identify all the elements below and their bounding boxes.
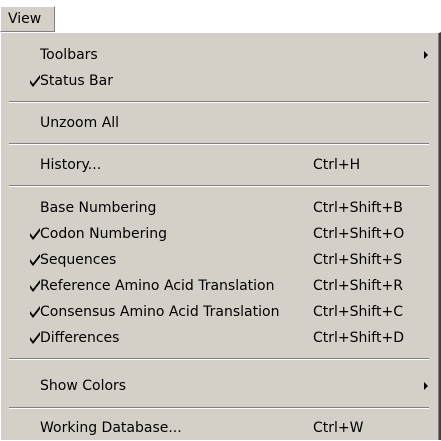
menu-item-label: Reference Amino Acid Translation xyxy=(40,278,275,294)
menu-item-label: Differences xyxy=(40,330,120,346)
menu-item-shortcut: Ctrl+Shift+D xyxy=(313,330,404,346)
menu-item-shortcut: Ctrl+Shift+C xyxy=(313,304,403,320)
menu-item-sequences[interactable]: Sequences Ctrl+Shift+S xyxy=(1,247,439,273)
menu-separator xyxy=(9,185,429,187)
menu-item-shortcut: Ctrl+W xyxy=(313,420,364,436)
menu-item-status-bar[interactable]: Status Bar xyxy=(1,68,439,94)
menu-view[interactable]: View xyxy=(0,6,55,32)
menu-item-unzoom-all[interactable]: Unzoom All xyxy=(1,110,439,136)
menu-item-label: Consensus Amino Acid Translation xyxy=(40,304,280,320)
menu-item-label: Show Colors xyxy=(40,378,127,394)
menu-item-label: Base Numbering xyxy=(40,200,157,216)
menu-separator xyxy=(9,407,429,409)
menu-item-label: Unzoom All xyxy=(40,115,120,131)
menu-separator xyxy=(9,101,429,103)
menu-item-base-numbering[interactable]: Base Numbering Ctrl+Shift+B xyxy=(1,195,439,221)
menu-item-shortcut: Ctrl+Shift+R xyxy=(313,278,403,294)
menu-item-history[interactable]: History... Ctrl+H xyxy=(1,152,439,178)
menu-item-label: Sequences xyxy=(40,252,117,268)
menu-separator xyxy=(9,143,429,145)
menu-item-working-database[interactable]: Working Database... Ctrl+W xyxy=(1,415,439,441)
view-menu-dropdown: Toolbars Status Bar Unzoom All History..… xyxy=(0,32,441,440)
menu-item-shortcut: Ctrl+Shift+B xyxy=(313,200,403,216)
menu-item-label: Codon Numbering xyxy=(40,226,168,242)
submenu-arrow-icon xyxy=(424,51,428,59)
menu-item-label: Working Database... xyxy=(40,420,182,436)
menu-item-shortcut: Ctrl+H xyxy=(313,157,361,173)
menu-item-label: Toolbars xyxy=(40,47,98,63)
menu-separator xyxy=(9,358,429,360)
menu-item-consensus-amino-acid-translation[interactable]: Consensus Amino Acid Translation Ctrl+Sh… xyxy=(1,299,439,325)
menu-item-shortcut: Ctrl+Shift+O xyxy=(313,226,405,242)
submenu-arrow-icon xyxy=(424,382,428,390)
menu-item-reference-amino-acid-translation[interactable]: Reference Amino Acid Translation Ctrl+Sh… xyxy=(1,273,439,299)
menu-item-show-colors[interactable]: Show Colors xyxy=(1,373,439,399)
menu-item-codon-numbering[interactable]: Codon Numbering Ctrl+Shift+O xyxy=(1,221,439,247)
menu-item-differences[interactable]: Differences Ctrl+Shift+D xyxy=(1,325,439,351)
menu-item-toolbars[interactable]: Toolbars xyxy=(1,42,439,68)
menu-item-label: History... xyxy=(40,157,102,173)
menu-item-label: Status Bar xyxy=(40,73,114,89)
menu-item-shortcut: Ctrl+Shift+S xyxy=(313,252,403,268)
